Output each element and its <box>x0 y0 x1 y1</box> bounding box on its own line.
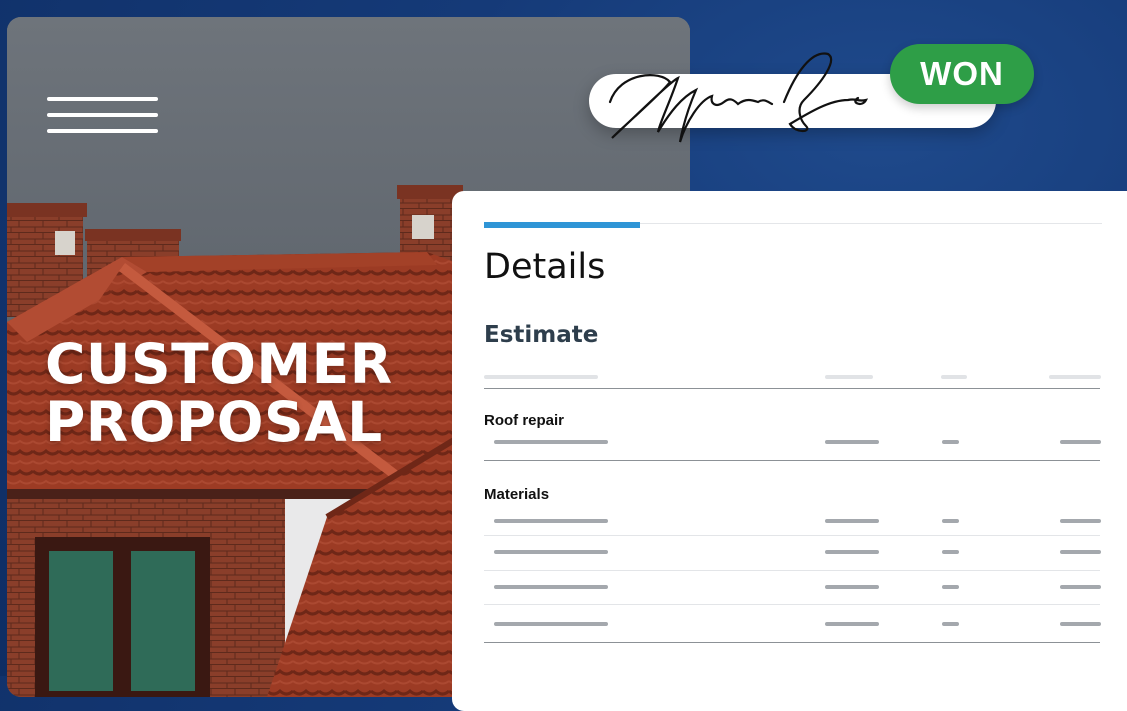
section-end-divider <box>484 642 1100 643</box>
handwritten-signature <box>608 52 869 143</box>
section-roof-repair: Roof repair <box>484 412 565 429</box>
won-status-badge: WON <box>890 44 1034 104</box>
row-divider <box>484 535 1100 536</box>
title-line-2: PROPOSAL <box>45 390 383 454</box>
header-divider <box>484 388 1100 389</box>
proposal-title: CUSTOMER PROPOSAL <box>45 335 393 451</box>
section-materials: Materials <box>484 486 550 503</box>
estimate-subheading: Estimate <box>484 322 599 348</box>
title-line-1: CUSTOMER <box>45 332 393 396</box>
section-divider <box>484 460 1100 461</box>
row-divider <box>484 604 1100 605</box>
row-divider <box>484 570 1100 571</box>
hamburger-menu-icon[interactable] <box>47 97 158 133</box>
active-tab-indicator[interactable] <box>484 222 640 228</box>
details-heading: Details <box>484 247 606 287</box>
details-panel: Details Estimate Roof repair Materials <box>452 191 1127 711</box>
